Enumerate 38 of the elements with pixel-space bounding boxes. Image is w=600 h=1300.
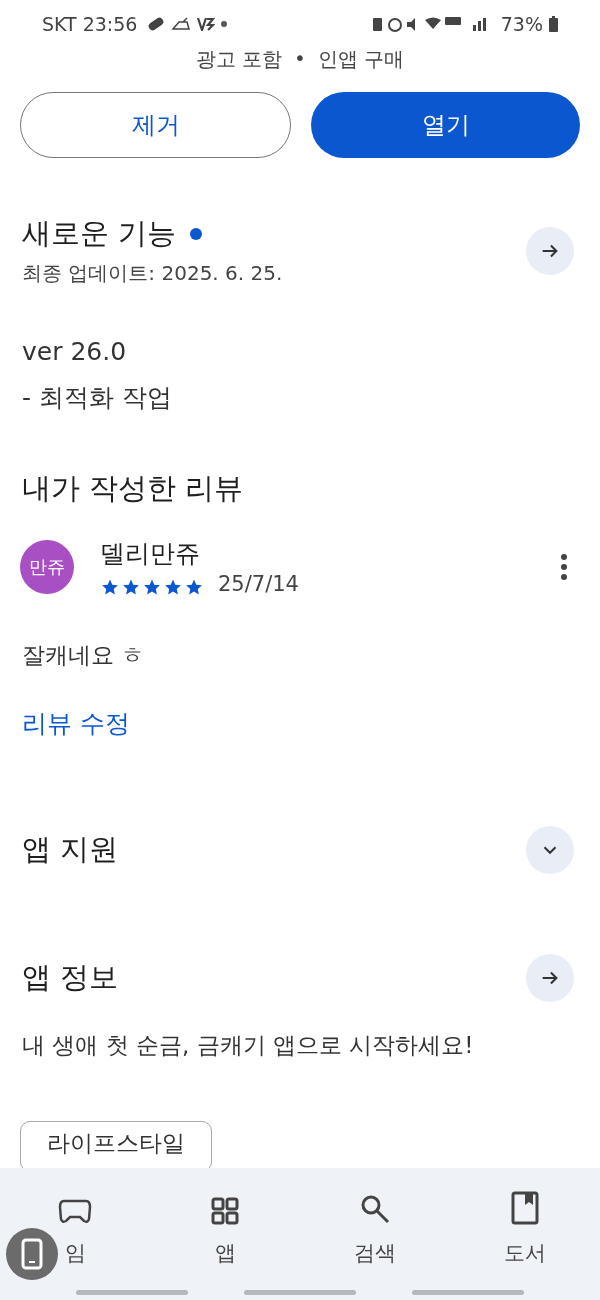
- ads-label: 광고 포함: [195, 46, 283, 73]
- app-description: 내 생애 첫 순금, 금캐기 앱으로 시작하세요!: [21, 1031, 475, 1060]
- floating-phone-button[interactable]: [6, 1228, 58, 1280]
- nav-tab[interactable]: 임: [0, 1178, 150, 1268]
- more-icon[interactable]: [560, 552, 568, 581]
- update-date: 최종 업데이트: 2025. 6. 25.: [22, 260, 283, 287]
- avatar: 만쥬: [20, 539, 74, 594]
- book-icon: [511, 1191, 539, 1225]
- open-button[interactable]: 열기: [311, 92, 580, 158]
- battery-icon: [549, 16, 558, 32]
- nav-tab[interactable]: 앱: [150, 1178, 300, 1268]
- gamepad-icon: [58, 1197, 92, 1225]
- reviewer-name: 델리만쥬: [100, 538, 201, 570]
- section-title: 내가 작성한 리뷰: [21, 470, 245, 507]
- nav-tab[interactable]: 도서: [450, 1178, 600, 1268]
- section-title: 새로운 기능: [22, 215, 177, 252]
- phone-icon: [21, 1238, 43, 1270]
- arrow-button[interactable]: [526, 954, 574, 1002]
- search-icon: [359, 1193, 391, 1225]
- release-note: ver 26.0: [22, 336, 128, 368]
- apps-grid-icon: [211, 1197, 239, 1225]
- nav-tab[interactable]: 검색: [300, 1178, 450, 1268]
- pill-icon: [147, 17, 166, 31]
- section-title: 앱 지원: [22, 831, 119, 868]
- battery-level: 73%: [500, 13, 543, 35]
- arrow-button[interactable]: [526, 226, 574, 275]
- separator: •: [294, 46, 306, 72]
- carrier: SKT: [42, 13, 77, 35]
- in-app-label: 인앱 구매: [317, 46, 405, 73]
- section-title: 앱 정보: [22, 959, 119, 996]
- dot-icon: [221, 21, 228, 27]
- review-date: 25/7/14: [218, 572, 299, 596]
- clock: 23:56: [82, 13, 138, 35]
- v-logo-icon: [197, 17, 216, 31]
- uninstall-button[interactable]: 제거: [20, 92, 291, 158]
- release-note: - 최적화 작업: [22, 382, 173, 414]
- review-text: 잘캐네요 ㅎ: [21, 641, 146, 670]
- edit-review-link[interactable]: 리뷰 수정: [22, 707, 130, 740]
